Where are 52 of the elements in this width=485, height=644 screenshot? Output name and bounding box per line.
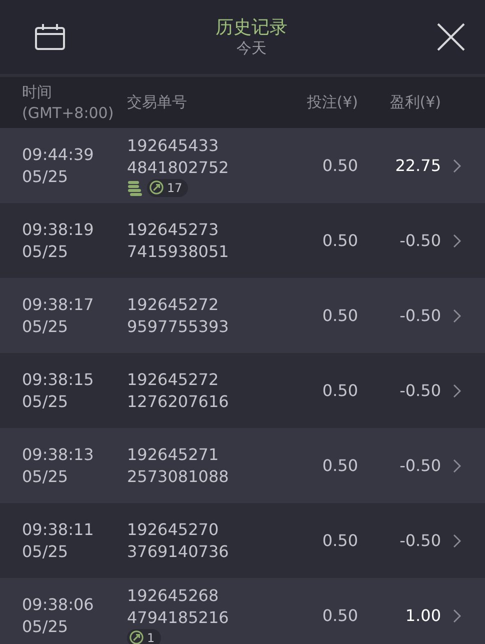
profit-cell-text: -0.50 — [398, 230, 441, 252]
date-filter-label: 今天 — [236, 39, 266, 57]
time-cell-text: 09:38:17 05/25 — [22, 294, 95, 338]
bet-count-badge: 17 — [147, 178, 188, 196]
column-header: 投注(¥) — [306, 92, 358, 113]
chevron-right-icon — [453, 608, 461, 622]
time-cell-text: 09:38:19 05/25 — [22, 218, 95, 262]
profit-cell-text: 1.00 — [404, 604, 441, 626]
order-number: 192645433 4841802752 — [127, 134, 230, 178]
time-cell-text: 09:38:11 05/25 — [22, 518, 95, 562]
profit-cell-text: -0.50 — [398, 454, 441, 476]
stake-cell-text: 0.50 — [321, 154, 358, 176]
history-row[interactable]: 09:38:13 05/25 192645271 2573081088 0.50 -0.50 — [0, 428, 485, 503]
chevron-right-icon — [453, 534, 461, 548]
bet-count-badge: 1 — [127, 628, 161, 644]
order-number: 192645273 7415938051 — [127, 218, 230, 262]
stake-cell-text: 0.50 — [321, 604, 358, 626]
close-icon[interactable] — [437, 23, 465, 51]
column-header: 盈利(¥) — [388, 92, 441, 113]
chevron-right-icon — [453, 458, 461, 472]
history-row[interactable]: 09:38:19 05/25 192645273 7415938051 0.50 -0.50 — [0, 203, 485, 278]
history-row[interactable]: 09:44:39 05/25 192645433 4841802752 17 0.50 22.75 — [0, 128, 485, 203]
chevron-right-icon — [453, 234, 461, 248]
stake-cell-text: 0.50 — [321, 380, 358, 402]
page-title: 历史记录 — [216, 17, 288, 39]
order-number: 192645270 3769140736 — [127, 518, 230, 562]
stake-cell-text: 0.50 — [321, 530, 358, 552]
chevron-right-icon — [453, 308, 461, 322]
history-row[interactable]: 09:38:11 05/25 192645270 3769140736 0.50 -0.50 — [0, 503, 485, 578]
order-number: 192645268 4794185216 — [127, 584, 230, 628]
order-number: 192645272 1276207616 — [127, 368, 230, 412]
history-row[interactable]: 09:38:15 05/25 192645272 1276207616 0.50 -0.50 — [0, 353, 485, 428]
profit-cell-text: -0.50 — [398, 380, 441, 402]
order-number: 192645271 2573081088 — [127, 444, 230, 488]
time-cell-text: 09:38:06 05/25 — [22, 594, 95, 638]
profit-cell-text: 22.75 — [394, 154, 441, 176]
order-number: 192645272 9597755393 — [127, 294, 230, 338]
calendar-icon[interactable] — [34, 23, 66, 51]
time-cell-text: 09:38:15 05/25 — [22, 368, 95, 412]
chevron-right-icon — [453, 158, 461, 172]
stake-cell-text: 0.50 — [321, 230, 358, 252]
time-cell-text: 09:44:39 05/25 — [22, 144, 95, 188]
column-header: 交易单号 — [127, 92, 188, 113]
history-row[interactable]: 09:38:17 05/25 192645272 9597755393 0.50 -0.50 — [0, 278, 485, 353]
profit-cell-text: -0.50 — [398, 530, 441, 552]
chevron-right-icon — [453, 384, 461, 398]
profit-cell-text: -0.50 — [398, 304, 441, 326]
history-row[interactable]: 09:38:06 05/25 192645268 4794185216 1 0.50 1.00 — [0, 578, 485, 644]
stake-cell-text: 0.50 — [321, 454, 358, 476]
time-cell-text: 09:38:13 05/25 — [22, 444, 95, 488]
column-header: 时间 (GMT+8:00) — [22, 82, 115, 124]
stake-cell-text: 0.50 — [321, 304, 358, 326]
